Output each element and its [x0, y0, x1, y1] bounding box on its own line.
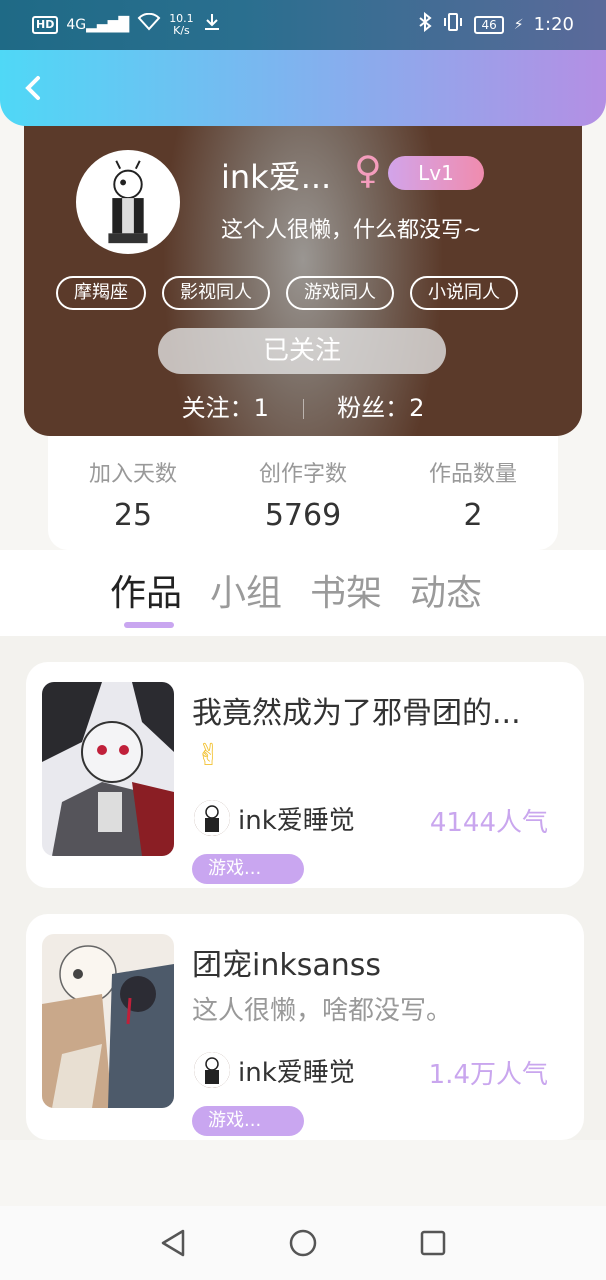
status-bar: HD 4G▂▄▆█ 10.1 K/s 46 ⚡ 1:20 — [0, 0, 606, 50]
tag-list: 摩羯座 影视同人 游戏同人 小说同人 — [56, 276, 518, 310]
work-cover — [42, 934, 174, 1108]
follow-button[interactable]: 已关注 — [158, 328, 446, 374]
download-icon — [202, 12, 222, 37]
divider — [302, 399, 304, 419]
category-badge[interactable]: 游戏... — [192, 854, 304, 884]
net-speed-unit: K/s — [173, 23, 190, 37]
tab-bookshelf[interactable]: 书架 — [310, 564, 382, 616]
clock: 1:20 — [533, 14, 574, 35]
bluetooth-icon — [418, 11, 433, 37]
tab-bar: 作品 小组 书架 动态 — [0, 550, 606, 636]
app-header: HD 4G▂▄▆█ 10.1 K/s 46 ⚡ 1:20 — [0, 0, 606, 126]
tag-item[interactable]: 影视同人 — [162, 276, 270, 310]
popularity: 1.4万人气 — [428, 1060, 548, 1090]
system-nav-bar — [0, 1206, 606, 1280]
tab-indicator — [124, 622, 174, 628]
circle-home-icon — [289, 1229, 317, 1257]
author-avatar — [192, 798, 232, 838]
wifi-icon — [137, 12, 161, 36]
username: ink爱... — [221, 158, 332, 196]
fans-count[interactable]: 粉丝：2 — [337, 388, 424, 423]
tab-works[interactable]: 作品 — [110, 564, 182, 616]
battery-icon: 46 — [474, 15, 504, 34]
gender-female-icon: ♀ — [354, 148, 382, 192]
avatar[interactable] — [76, 150, 180, 254]
stat-word-count: 创作字数 5769 — [218, 428, 388, 550]
avatar-image — [79, 153, 177, 251]
signal-icon: 4G▂▄▆█ — [66, 16, 130, 33]
stat-value: 25 — [113, 498, 153, 533]
tag-item[interactable]: 游戏同人 — [286, 276, 394, 310]
stat-label: 作品数量 — [428, 462, 517, 487]
back-button[interactable] — [18, 74, 48, 108]
work-desc: ✌ — [196, 738, 222, 773]
author-info[interactable]: ink爱睡觉 — [192, 1050, 355, 1090]
nav-back-button[interactable] — [156, 1226, 190, 1260]
work-card[interactable]: 团宠inksanss 这人很懒，啥都没写。 ink爱睡觉 1.4万人气 游戏..… — [26, 914, 584, 1140]
signature: 这个人很懒，什么都没写~ — [221, 218, 482, 243]
stat-join-days: 加入天数 25 — [48, 428, 218, 550]
cover-image — [42, 934, 174, 1108]
follow-counts: 关注：1 粉丝：2 — [24, 388, 582, 423]
stat-value: 5769 — [264, 498, 342, 533]
tag-item[interactable]: 摩羯座 — [56, 276, 146, 310]
nav-recents-button[interactable] — [416, 1226, 450, 1260]
work-cover — [42, 682, 174, 856]
stat-value: 2 — [463, 498, 483, 533]
triangle-back-icon — [161, 1229, 185, 1257]
tab-groups[interactable]: 小组 — [210, 564, 282, 616]
tag-item[interactable]: 小说同人 — [410, 276, 518, 310]
stat-label: 创作字数 — [258, 462, 347, 487]
vibrate-icon — [442, 12, 464, 37]
author-name: ink爱睡觉 — [238, 805, 355, 836]
work-title[interactable]: 团宠inksanss — [192, 940, 562, 984]
category-badge[interactable]: 游戏... — [192, 1106, 304, 1136]
popularity: 4144人气 — [429, 808, 548, 838]
author-name: ink爱睡觉 — [238, 1057, 355, 1088]
signal-label: 4G — [66, 16, 87, 33]
profile-header: ink爱... ♀ Lv1 这个人很懒，什么都没写~ 摩羯座 影视同人 游戏同人… — [24, 100, 582, 436]
square-recents-icon — [420, 1230, 446, 1256]
level-badge: Lv1 — [388, 156, 484, 190]
work-card[interactable]: 我竟然成为了邪骨团的... ✌ ink爱睡觉 4144人气 游戏... — [26, 662, 584, 888]
author-info[interactable]: ink爱睡觉 — [192, 798, 355, 838]
net-speed: 10.1 K/s — [169, 11, 194, 37]
stats-panel: 加入天数 25 创作字数 5769 作品数量 2 — [48, 428, 558, 550]
author-avatar — [192, 1050, 232, 1090]
work-title[interactable]: 我竟然成为了邪骨团的... — [192, 688, 562, 732]
work-desc: 这人很懒，啥都没写。 — [192, 996, 453, 1026]
charging-icon: ⚡ — [513, 16, 524, 33]
stat-works-count: 作品数量 2 — [388, 428, 558, 550]
net-speed-value: 10.1 — [169, 11, 194, 25]
cover-image — [42, 682, 174, 856]
stat-label: 加入天数 — [88, 462, 177, 487]
nav-home-button[interactable] — [286, 1226, 320, 1260]
following-count[interactable]: 关注：1 — [182, 388, 269, 423]
chevron-left-icon — [25, 76, 40, 100]
hd-badge: HD — [32, 15, 59, 34]
tab-activity[interactable]: 动态 — [410, 564, 482, 616]
